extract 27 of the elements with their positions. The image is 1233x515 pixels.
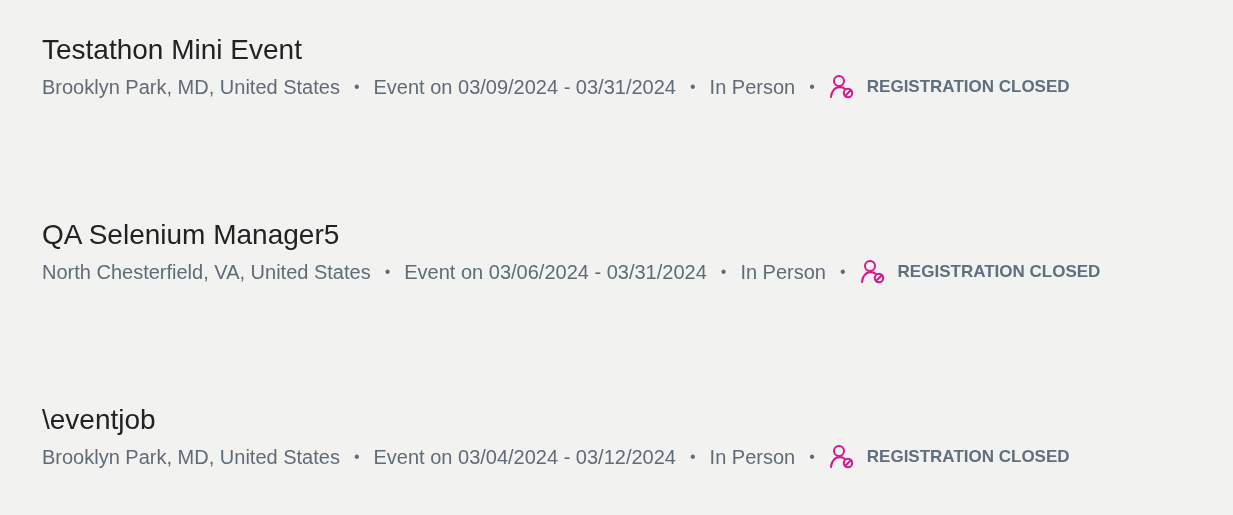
event-format: In Person bbox=[709, 445, 796, 470]
separator-dot: • bbox=[384, 262, 391, 282]
separator-dot: • bbox=[690, 447, 696, 467]
event-dates: Event on 03/04/2024 - 03/12/2024 bbox=[373, 445, 676, 470]
user-blocked-icon bbox=[828, 444, 855, 470]
user-blocked-icon bbox=[859, 259, 886, 285]
event-title[interactable]: QA Selenium Manager5 bbox=[42, 215, 1233, 255]
separator-dot: • bbox=[690, 77, 696, 97]
separator-dot: • bbox=[809, 77, 815, 97]
event-dates: Event on 03/09/2024 - 03/31/2024 bbox=[373, 75, 676, 100]
separator-dot: • bbox=[353, 447, 360, 467]
registration-status: REGISTRATION CLOSED bbox=[866, 76, 1070, 98]
separator-dot: • bbox=[720, 262, 727, 282]
event-title[interactable]: \eventjob bbox=[42, 400, 1233, 440]
registration-status: REGISTRATION CLOSED bbox=[866, 446, 1070, 468]
registration-status: REGISTRATION CLOSED bbox=[897, 261, 1101, 283]
separator-dot: • bbox=[840, 262, 846, 282]
event-dates: Event on 03/06/2024 - 03/31/2024 bbox=[404, 260, 707, 285]
user-blocked-icon bbox=[828, 74, 855, 100]
separator-dot: • bbox=[809, 447, 815, 467]
separator-dot: • bbox=[353, 77, 360, 97]
event-location: Brooklyn Park, MD, United States bbox=[42, 445, 340, 470]
event-title[interactable]: Testathon Mini Event bbox=[42, 30, 1233, 70]
event-format: In Person bbox=[709, 75, 796, 100]
event-format: In Person bbox=[740, 260, 826, 285]
event-location: North Chesterfield, VA, United States bbox=[42, 260, 371, 285]
event-location: Brooklyn Park, MD, United States bbox=[42, 75, 340, 100]
